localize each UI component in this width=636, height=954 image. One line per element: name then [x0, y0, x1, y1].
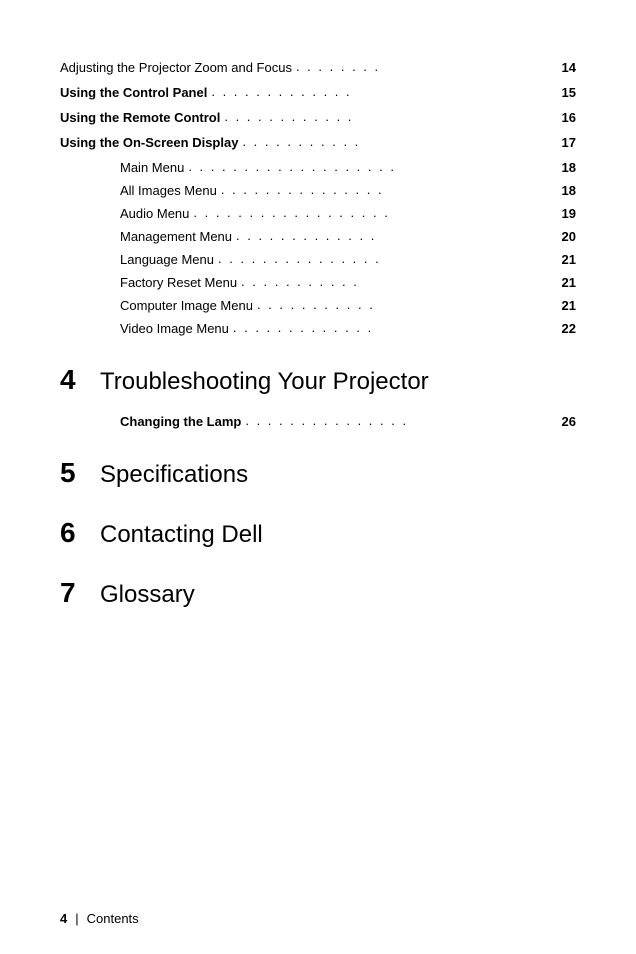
toc-entry-on-screen: Using the On-Screen Display . . . . . . … [60, 135, 576, 150]
chapter-7-title: Glossary [100, 581, 195, 609]
entry-dots: . . . . . . . . . . . . . [229, 320, 562, 335]
toc-section: Adjusting the Projector Zoom and Focus .… [60, 60, 576, 336]
toc-entry-changing-lamp: Changing the Lamp . . . . . . . . . . . … [120, 414, 576, 429]
toc-entry-zoom: Adjusting the Projector Zoom and Focus .… [60, 60, 576, 75]
sub-entry-factory-reset: Factory Reset Menu . . . . . . . . . . .… [120, 275, 576, 290]
entry-dots: . . . . . . . . . . . [238, 134, 561, 149]
entry-label: Management Menu [120, 229, 232, 244]
entry-dots: . . . . . . . . . . . . . . . . . . [189, 205, 561, 220]
chapter-6: 6 Contacting Dell [60, 517, 576, 549]
footer-text: Contents [87, 911, 139, 926]
entry-dots: . . . . . . . . . . . . . . . . . . . [184, 159, 561, 174]
chapter-5-title: Specifications [100, 461, 248, 489]
footer: 4 | Contents [60, 911, 576, 926]
chapter-7: 7 Glossary [60, 577, 576, 609]
entry-label: Using the Control Panel [60, 85, 207, 100]
entry-page: 26 [562, 414, 576, 429]
entry-page: 19 [562, 206, 576, 221]
entry-page: 21 [562, 252, 576, 267]
entry-dots: . . . . . . . . . . . . . [207, 84, 561, 99]
entry-label: Language Menu [120, 252, 214, 267]
sub-entry-computer-image: Computer Image Menu . . . . . . . . . . … [120, 298, 576, 313]
entry-page: 17 [562, 135, 576, 150]
chapter-4-title: Troubleshooting Your Projector [100, 368, 429, 396]
entry-dots: . . . . . . . . . . . . . [232, 228, 562, 243]
entry-page: 22 [562, 321, 576, 336]
entry-label: Changing the Lamp [120, 414, 241, 429]
entry-label: Using the On-Screen Display [60, 135, 238, 150]
sub-entry-video-image: Video Image Menu . . . . . . . . . . . .… [120, 321, 576, 336]
entry-page: 21 [562, 275, 576, 290]
chapter-4-entries: Changing the Lamp . . . . . . . . . . . … [120, 414, 576, 429]
entry-page: 20 [562, 229, 576, 244]
entry-dots: . . . . . . . . . . . . . . . [214, 251, 562, 266]
entry-dots: . . . . . . . . . . . . . . . [241, 413, 561, 428]
chapter-4: 4 Troubleshooting Your Projector [60, 364, 576, 396]
sub-entry-all-images: All Images Menu . . . . . . . . . . . . … [120, 183, 576, 198]
entry-page: 18 [562, 183, 576, 198]
chapter-5: 5 Specifications [60, 457, 576, 489]
entry-label: Adjusting the Projector Zoom and Focus [60, 60, 292, 75]
page: Adjusting the Projector Zoom and Focus .… [0, 0, 636, 954]
entry-label: Audio Menu [120, 206, 189, 221]
toc-entry-remote-control: Using the Remote Control . . . . . . . .… [60, 110, 576, 125]
entry-label: Computer Image Menu [120, 298, 253, 313]
entry-label: Factory Reset Menu [120, 275, 237, 290]
entry-dots: . . . . . . . . [292, 59, 562, 74]
entry-dots: . . . . . . . . . . . . . . . [217, 182, 562, 197]
entry-dots: . . . . . . . . . . . [253, 297, 562, 312]
sub-entry-audio: Audio Menu . . . . . . . . . . . . . . .… [120, 206, 576, 221]
chapter-5-number: 5 [60, 457, 84, 489]
sub-entry-main-menu: Main Menu . . . . . . . . . . . . . . . … [120, 160, 576, 175]
entry-label: Using the Remote Control [60, 110, 220, 125]
entry-page: 14 [562, 60, 576, 75]
on-screen-sub-entries: Main Menu . . . . . . . . . . . . . . . … [120, 160, 576, 336]
entry-page: 18 [562, 160, 576, 175]
entry-label: All Images Menu [120, 183, 217, 198]
chapter-6-title: Contacting Dell [100, 521, 263, 549]
entry-label: Video Image Menu [120, 321, 229, 336]
entry-dots: . . . . . . . . . . . . [220, 109, 561, 124]
chapter-6-number: 6 [60, 517, 84, 549]
entry-page: 21 [562, 298, 576, 313]
entry-page: 16 [562, 110, 576, 125]
toc-entry-control-panel: Using the Control Panel . . . . . . . . … [60, 85, 576, 100]
chapter-4-number: 4 [60, 364, 84, 396]
footer-divider: | [75, 911, 78, 926]
sub-entry-management: Management Menu . . . . . . . . . . . . … [120, 229, 576, 244]
chapter-7-number: 7 [60, 577, 84, 609]
entry-dots: . . . . . . . . . . . [237, 274, 561, 289]
footer-page-number: 4 [60, 911, 67, 926]
sub-entry-language: Language Menu . . . . . . . . . . . . . … [120, 252, 576, 267]
entry-label: Main Menu [120, 160, 184, 175]
entry-page: 15 [562, 85, 576, 100]
